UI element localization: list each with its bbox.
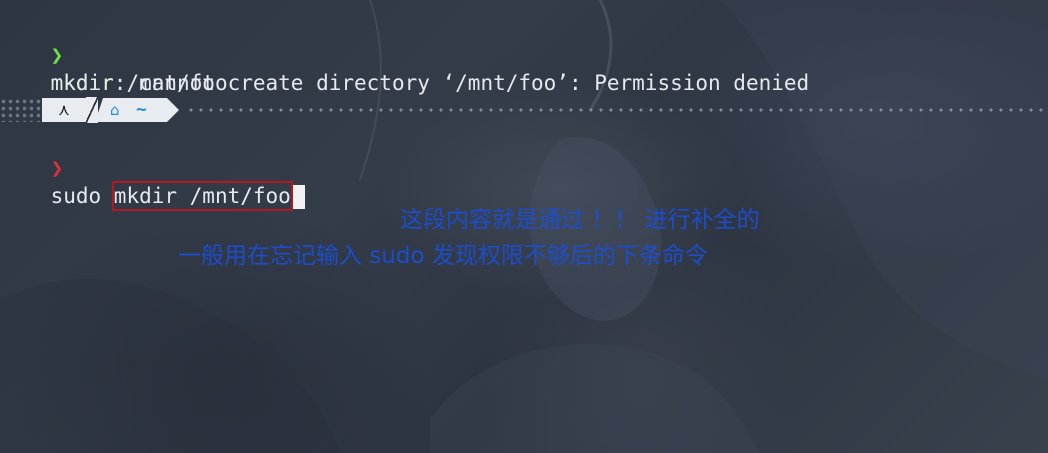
- statusbar-dots-left: [0, 98, 42, 122]
- text-cursor: [292, 185, 305, 209]
- typed-command[interactable]: sudo: [51, 184, 114, 208]
- statusbar-dir-segment: [95, 98, 167, 122]
- error-output: mkdir: cannot create directory ‘/mnt/foo…: [50, 71, 810, 95]
- prompt-statusbar: ⋏ ⌂ ~: [0, 97, 1048, 123]
- statusbar-separator: [86, 97, 98, 123]
- statusbar-dots-right: [186, 108, 1048, 112]
- terminal-input-line[interactable]: ❯ sudo mkdir /mnt/foo: [0, 126, 305, 211]
- autosuggestion-highlight[interactable]: mkdir /mnt/foo: [111, 181, 293, 211]
- terminal-line-2: mkdir: cannot create directory ‘/mnt/foo…: [0, 41, 810, 95]
- terminal-line-1: ❯ mkdir /mnt/foo: [0, 13, 228, 95]
- current-directory: ~: [136, 99, 147, 120]
- arch-logo-icon: ⋏: [58, 100, 70, 119]
- statusbar-arrow: [167, 98, 179, 122]
- prompt-error-icon: ❯: [50, 156, 64, 180]
- annotation-line-2: 一般用在忘记输入 sudo 发现权限不够后的下条命令: [178, 243, 708, 269]
- home-icon: ⌂: [110, 101, 120, 119]
- annotation-line-1: 这段内容就是通过 ！！ 进行补全的: [400, 207, 760, 233]
